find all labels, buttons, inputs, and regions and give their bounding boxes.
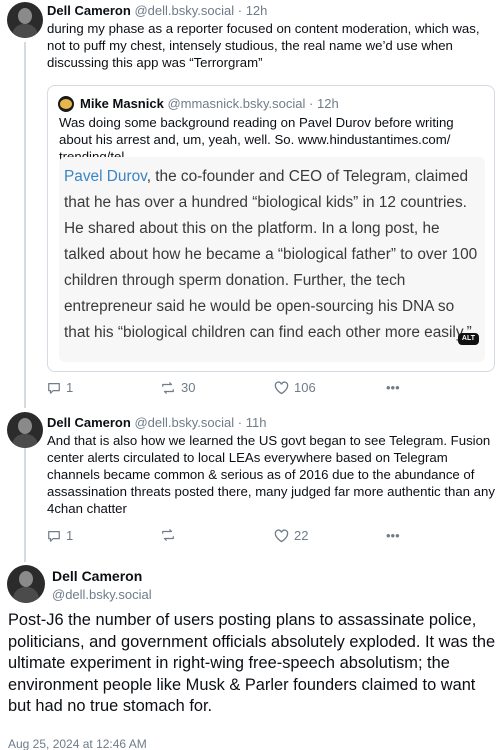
author-name[interactable]: Dell Cameron: [47, 3, 131, 18]
main-author-name[interactable]: Dell Cameron: [52, 568, 142, 585]
post-header: Dell Cameron @dell.bsky.social · 11h: [47, 415, 267, 430]
reply-count: 1: [66, 380, 74, 395]
post-header: Dell Cameron @dell.bsky.social · 12h: [47, 3, 268, 18]
repost-count: 30: [181, 380, 196, 395]
like-button[interactable]: 22: [274, 528, 308, 543]
post-text: during my phase as a reporter focused on…: [47, 21, 480, 70]
reply-button[interactable]: 1: [47, 380, 73, 395]
reply-icon: [48, 530, 60, 542]
main-author-handle[interactable]: @dell.bsky.social: [52, 587, 152, 603]
reply-icon: [48, 382, 60, 394]
quote-author-name: Mike Masnick: [80, 96, 164, 111]
thread-post[interactable]: Dell Cameron @dell.bsky.social · 12h dur…: [0, 0, 502, 405]
main-post-text: Post-J6 the number of users posting plan…: [8, 611, 496, 715]
like-count: 106: [294, 380, 316, 395]
alt-badge[interactable]: ALT: [457, 333, 479, 345]
repost-icon: [162, 529, 174, 541]
thread-post[interactable]: Dell Cameron @dell.bsky.social · 11h And…: [0, 410, 502, 555]
repost-icon: [162, 381, 174, 394]
repost-button[interactable]: 30: [160, 380, 195, 395]
repost-button[interactable]: [160, 528, 181, 542]
author-handle[interactable]: @dell.bsky.social: [134, 3, 234, 18]
avatar[interactable]: [7, 412, 43, 448]
post-actions: 1 22 •••: [47, 528, 487, 546]
heart-icon: [274, 380, 289, 394]
image-body-text: , the co-founder and CEO of Telegram, cl…: [64, 168, 478, 341]
post-timestamp: Aug 25, 2024 at 12:46 AM: [8, 737, 147, 750]
post-time[interactable]: 11h: [246, 415, 267, 430]
quote-header: Mike Masnick @mmasnick.bsky.social · 12h: [80, 96, 339, 111]
more-icon: •••: [386, 528, 400, 543]
post-text: And that is also how we learned the US g…: [47, 433, 495, 516]
author-handle[interactable]: @dell.bsky.social: [134, 415, 234, 430]
avatar: [58, 96, 74, 112]
quote-time: 12h: [316, 96, 339, 111]
reply-button[interactable]: 1: [47, 528, 73, 543]
image-link-text: Pavel Durov: [64, 168, 147, 185]
main-avatar[interactable]: [7, 565, 45, 603]
quote-image[interactable]: Pavel Durov, the co-founder and CEO of T…: [59, 157, 485, 362]
author-name[interactable]: Dell Cameron: [47, 415, 131, 430]
more-button[interactable]: •••: [386, 528, 400, 543]
heart-icon: [274, 528, 289, 542]
more-icon: •••: [386, 380, 400, 395]
more-button[interactable]: •••: [386, 380, 400, 395]
image-text: Pavel Durov, the co-founder and CEO of T…: [64, 164, 482, 346]
quote-post[interactable]: Mike Masnick @mmasnick.bsky.social · 12h…: [47, 85, 495, 372]
like-button[interactable]: 106: [274, 380, 316, 395]
like-count: 22: [294, 528, 309, 543]
post-time[interactable]: 12h: [246, 3, 268, 18]
quote-author-handle: @mmasnick.bsky.social: [167, 96, 306, 111]
post-actions: 1 30 106 •••: [47, 380, 487, 398]
avatar[interactable]: [7, 2, 43, 38]
reply-count: 1: [66, 528, 74, 543]
